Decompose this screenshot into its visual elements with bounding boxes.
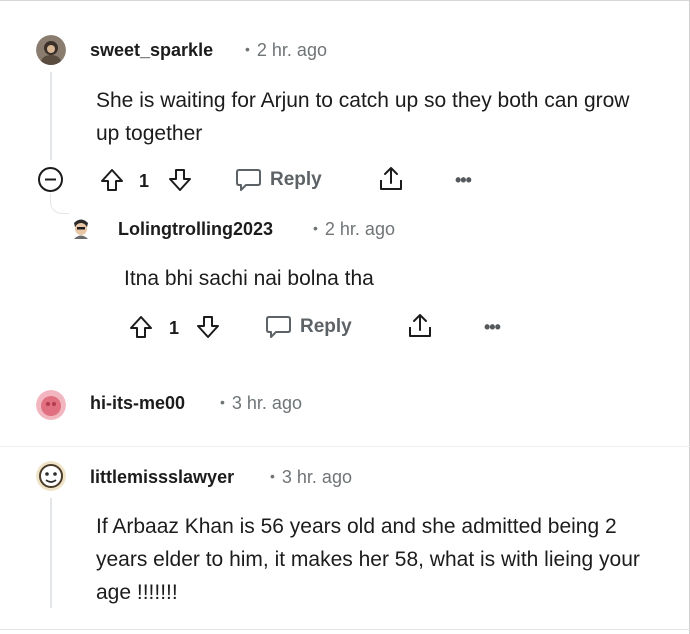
comment-username[interactable]: littlemissslawyer (90, 467, 234, 488)
avatar[interactable] (36, 461, 66, 491)
reply-icon (236, 169, 261, 191)
comment-timestamp: • 3 hr. ago (270, 467, 352, 488)
timestamp-text: 2 hr. ago (256, 40, 327, 60)
avatar[interactable] (68, 215, 94, 243)
comment-body: Itna bhi sachi nai bolna tha (124, 267, 374, 290)
collapse-button[interactable] (37, 166, 64, 193)
timestamp-text: 3 hr. ago (231, 393, 302, 413)
upvote-button[interactable] (99, 167, 125, 193)
more-options-button[interactable]: ••• (484, 317, 501, 338)
share-icon (409, 314, 431, 337)
upvote-icon (101, 169, 123, 191)
reply-connector (50, 193, 69, 214)
frame-top-border (0, 0, 690, 1)
downvote-icon (169, 169, 191, 191)
thread-line[interactable] (50, 72, 52, 160)
comment-username[interactable]: sweet_sparkle (90, 40, 213, 61)
comment-body: She is waiting for Arjun to catch up so … (96, 89, 630, 145)
reply-icon (266, 316, 291, 338)
comment-body: If Arbaaz Khan is 56 years old and she a… (96, 515, 640, 604)
upvote-icon (130, 316, 152, 338)
reply-label: Reply (300, 316, 352, 337)
reply-button[interactable]: Reply (265, 314, 352, 340)
downvote-icon (197, 316, 219, 338)
comment-timestamp: • 2 hr. ago (313, 219, 395, 240)
comment-timestamp: • 3 hr. ago (220, 393, 302, 414)
comment-timestamp: • 2 hr. ago (245, 40, 327, 61)
avatar[interactable] (36, 390, 66, 420)
timestamp-text: 3 hr. ago (281, 467, 352, 487)
vote-count: 1 (139, 171, 150, 191)
vote-count: 1 (169, 318, 180, 338)
separator-dot: • (245, 41, 250, 57)
downvote-button[interactable] (167, 167, 193, 193)
frame-bottom-border (0, 629, 690, 630)
upvote-button[interactable] (128, 314, 154, 340)
avatar[interactable] (36, 35, 66, 65)
thread-line[interactable] (50, 498, 52, 608)
separator-dot: • (220, 394, 225, 410)
share-button[interactable] (377, 165, 405, 193)
separator-dot: • (313, 220, 318, 236)
collapse-icon (38, 167, 63, 192)
downvote-button[interactable] (195, 314, 221, 340)
reply-label: Reply (270, 169, 322, 190)
share-button[interactable] (406, 312, 434, 340)
separator-dot: • (270, 468, 275, 484)
comment-divider (0, 446, 690, 447)
comment-username[interactable]: hi-its-me00 (90, 393, 185, 414)
reply-button[interactable]: Reply (235, 167, 322, 193)
more-options-button[interactable]: ••• (455, 170, 472, 191)
comment-username[interactable]: Lolingtrolling2023 (118, 219, 273, 240)
share-icon (380, 167, 402, 190)
timestamp-text: 2 hr. ago (324, 219, 395, 239)
